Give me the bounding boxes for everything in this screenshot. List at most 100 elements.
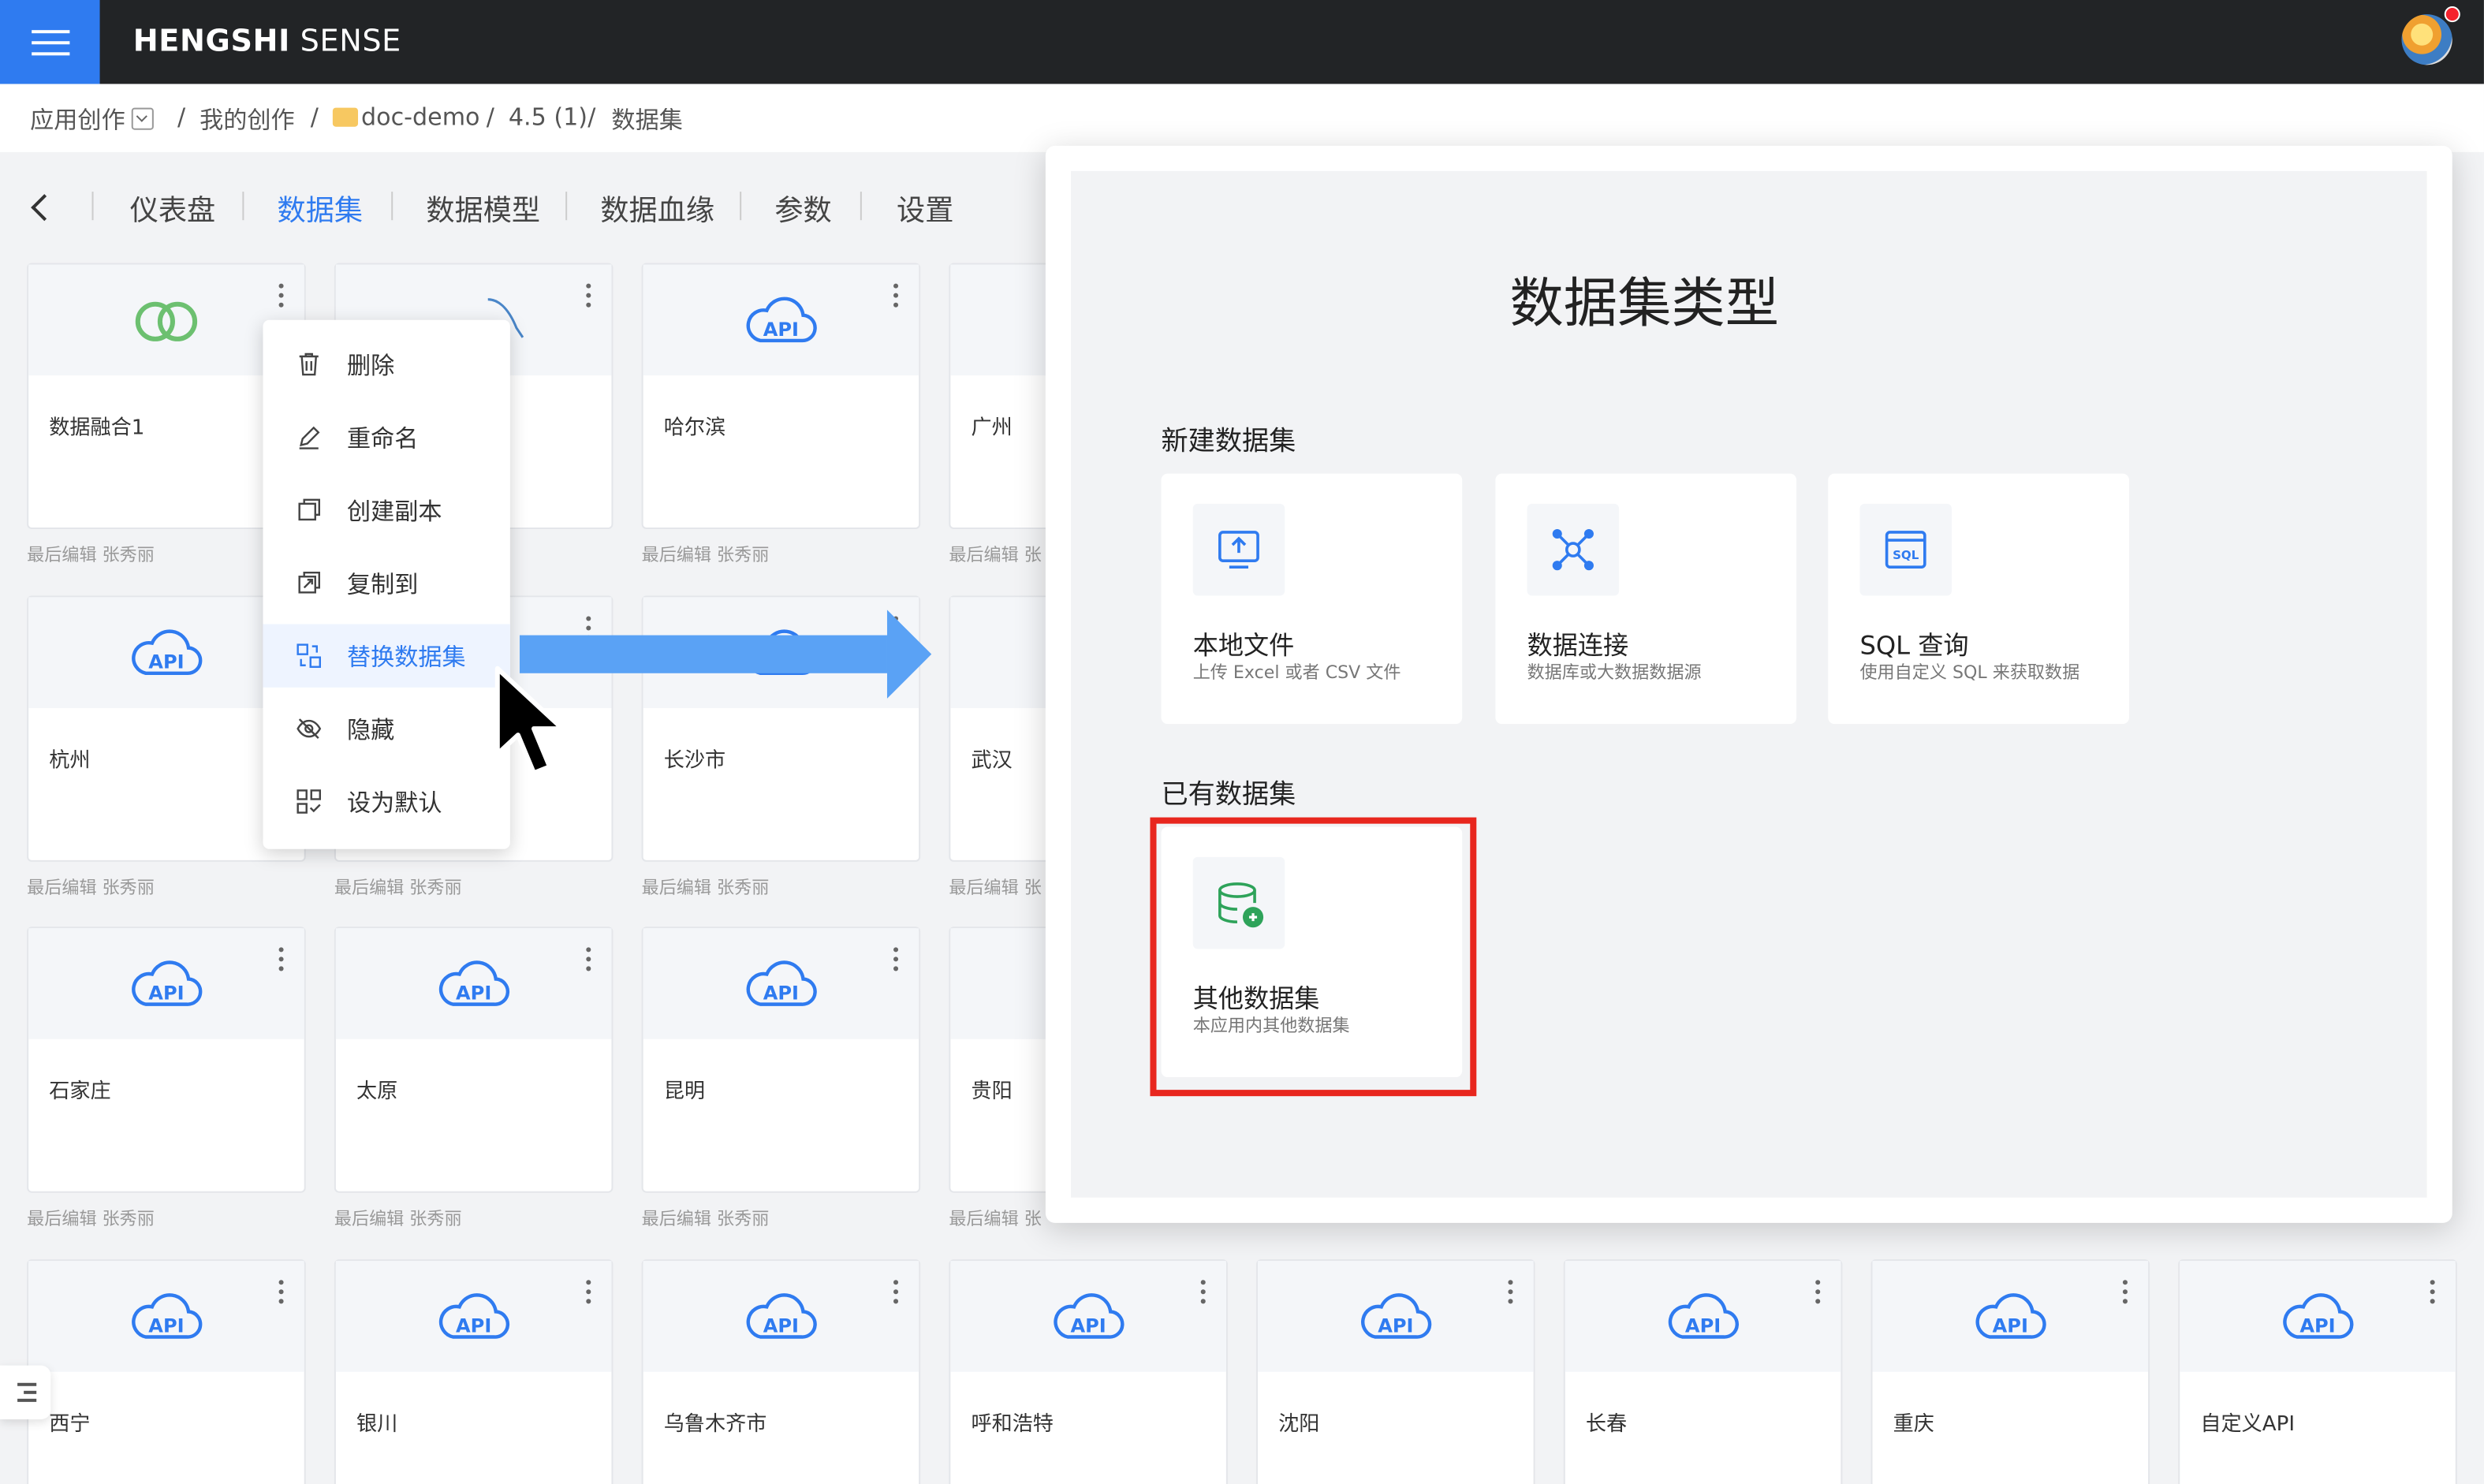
sql-icon: SQL — [1859, 503, 1952, 596]
top-bar: HENGSHI SENSE — [0, 0, 2484, 84]
api-cloud-icon: API — [1975, 1293, 2046, 1339]
more-options-icon[interactable] — [586, 1280, 592, 1305]
dataset-card-meta: 最后编辑 张 — [949, 545, 1042, 566]
dataset-card[interactable]: API 银川 — [334, 1259, 614, 1484]
dataset-card-meta: 最后编辑 张秀丽 — [334, 1208, 462, 1229]
more-options-icon[interactable] — [1815, 1280, 1822, 1305]
dataset-card-meta: 最后编辑 张秀丽 — [641, 1208, 770, 1229]
dataset-card-name: 长春 — [1585, 1412, 1628, 1437]
hamburger-menu-button[interactable] — [0, 0, 100, 84]
more-options-icon[interactable] — [893, 1280, 900, 1305]
grid-check-icon — [297, 789, 322, 814]
api-cloud-icon: API — [438, 1293, 510, 1339]
breadcrumb-folder[interactable]: doc-demo — [332, 103, 480, 132]
more-options-icon[interactable] — [278, 947, 285, 972]
dataset-card[interactable]: API 自定义API — [2178, 1259, 2457, 1484]
dataset-card-meta: 最后编辑 张 — [949, 877, 1042, 899]
more-options-icon[interactable] — [1508, 1280, 1514, 1305]
menu-item-copy-to[interactable]: 复制到 — [263, 551, 509, 614]
svg-text:API: API — [1070, 1314, 1106, 1337]
api-cloud-icon: API — [746, 1293, 817, 1339]
dataset-card-name: 昆明 — [663, 1080, 705, 1105]
tab-parameters[interactable]: 参数 — [774, 188, 831, 229]
chevron-down-icon[interactable] — [131, 107, 154, 130]
breadcrumb: 应用创作 / 我的创作 / doc-demo / 4.5 (1) / 数据集 — [0, 84, 2484, 152]
dataset-card-meta: 最后编辑 张秀丽 — [27, 877, 155, 899]
dialog-title: 数据集类型 — [1509, 272, 1779, 336]
more-options-icon[interactable] — [2430, 1280, 2437, 1305]
more-options-icon[interactable] — [1200, 1280, 1207, 1305]
pencil-icon — [299, 426, 320, 449]
menu-item-hide[interactable]: 隐藏 — [263, 697, 509, 760]
dataset-card[interactable]: API 哈尔滨 — [641, 263, 921, 529]
context-menu: 删除 重命名 创建副本 复制到 替换数据集 隐藏 设为默认 — [263, 319, 510, 849]
more-options-icon[interactable] — [586, 283, 592, 309]
app-window: HENGSHI SENSE 应用创作 / 我的创作 / doc-demo / 4… — [0, 0, 2484, 1484]
svg-text:API: API — [763, 982, 799, 1005]
dataset-card-name: 自定义API — [2200, 1412, 2296, 1437]
menu-item-rename[interactable]: 重命名 — [263, 405, 509, 468]
menu-item-duplicate[interactable]: 创建副本 — [263, 479, 509, 542]
breadcrumb-root[interactable]: 应用创作 — [30, 103, 154, 136]
svg-text:API: API — [2299, 1314, 2335, 1337]
dataset-card[interactable]: API 太原 — [334, 927, 614, 1193]
svg-text:API: API — [148, 982, 184, 1005]
dataset-card-name: 西宁 — [49, 1412, 91, 1437]
more-options-icon[interactable] — [278, 1280, 285, 1305]
tab-datasets[interactable]: 数据集 — [278, 188, 363, 229]
type-card-data-connection[interactable]: 数据连接 数据库或大数据数据源 — [1495, 473, 1797, 725]
more-options-icon[interactable] — [893, 947, 900, 972]
more-options-icon[interactable] — [278, 283, 285, 309]
trash-icon — [299, 352, 319, 376]
dataset-card[interactable]: API 西宁 — [27, 1259, 306, 1484]
dataset-card[interactable]: API 乌鲁木齐市 — [641, 1259, 921, 1484]
api-cloud-icon: API — [746, 960, 817, 1006]
dataset-card[interactable]: API 重庆 — [1870, 1259, 2150, 1484]
more-options-icon[interactable] — [2122, 1280, 2129, 1305]
dataset-card-meta: 最后编辑 张秀丽 — [27, 1208, 155, 1229]
dataset-card-name: 沈阳 — [1278, 1412, 1320, 1437]
dataset-card[interactable]: API 长春 — [1563, 1259, 1843, 1484]
svg-text:API: API — [763, 319, 799, 341]
tab-settings[interactable]: 设置 — [897, 188, 953, 229]
tab-data-model[interactable]: 数据模型 — [426, 188, 540, 229]
more-options-icon[interactable] — [893, 283, 900, 309]
menu-item-replace-dataset[interactable]: 替换数据集 — [263, 624, 510, 688]
svg-text:SQL: SQL — [1893, 548, 1919, 562]
tab-data-lineage[interactable]: 数据血缘 — [600, 188, 714, 229]
api-cloud-icon: API — [132, 1293, 203, 1339]
mouse-pointer-icon — [494, 666, 565, 776]
sidebar-toggle-button[interactable] — [0, 1365, 51, 1419]
menu-item-set-default[interactable]: 设为默认 — [263, 770, 509, 833]
type-card-local-file[interactable]: 本地文件 上传 Excel 或者 CSV 文件 — [1161, 473, 1463, 725]
dataset-card-name: 杭州 — [49, 749, 91, 774]
back-icon[interactable] — [31, 194, 58, 222]
dataset-card[interactable]: API 沈阳 — [1256, 1259, 1535, 1484]
dataset-card[interactable]: API 呼和浩特 — [949, 1259, 1228, 1484]
type-card-sql-query[interactable]: SQL SQL 查询 使用自定义 SQL 来获取数据 — [1828, 473, 2129, 725]
api-cloud-icon: API — [132, 960, 203, 1006]
menu-item-delete[interactable]: 删除 — [263, 333, 509, 396]
replace-icon — [297, 643, 322, 668]
breadcrumb-my[interactable]: 我的创作 — [200, 103, 295, 136]
api-cloud-icon: API — [2283, 1293, 2354, 1339]
tab-dashboard[interactable]: 仪表盘 — [130, 188, 215, 229]
existing-dataset-heading: 已有数据集 — [1161, 779, 1296, 811]
more-options-icon[interactable] — [586, 947, 592, 972]
dataset-card-name: 石家庄 — [49, 1080, 111, 1105]
dataset-card-name: 数据融合1 — [49, 416, 145, 441]
dataset-card[interactable]: API 昆明 — [641, 927, 921, 1193]
user-avatar[interactable] — [2401, 14, 2452, 65]
dataset-card-meta: 最后编辑 张秀丽 — [334, 877, 462, 899]
dataset-card[interactable]: API 石家庄 — [27, 927, 306, 1193]
dataset-card-name: 呼和浩特 — [971, 1412, 1054, 1437]
dataset-card-name: 重庆 — [1893, 1412, 1934, 1437]
api-cloud-icon: API — [438, 960, 510, 1006]
dataset-card-meta: 最后编辑 张秀丽 — [641, 877, 770, 899]
dataset-card-name: 广州 — [971, 416, 1013, 441]
dataset-card-name: 银川 — [356, 1412, 398, 1437]
breadcrumb-version[interactable]: 4.5 (1) — [509, 103, 587, 132]
svg-text:API: API — [148, 1314, 184, 1337]
app-logo: HENGSHI SENSE — [132, 24, 401, 59]
svg-text:API: API — [1993, 1314, 2028, 1337]
